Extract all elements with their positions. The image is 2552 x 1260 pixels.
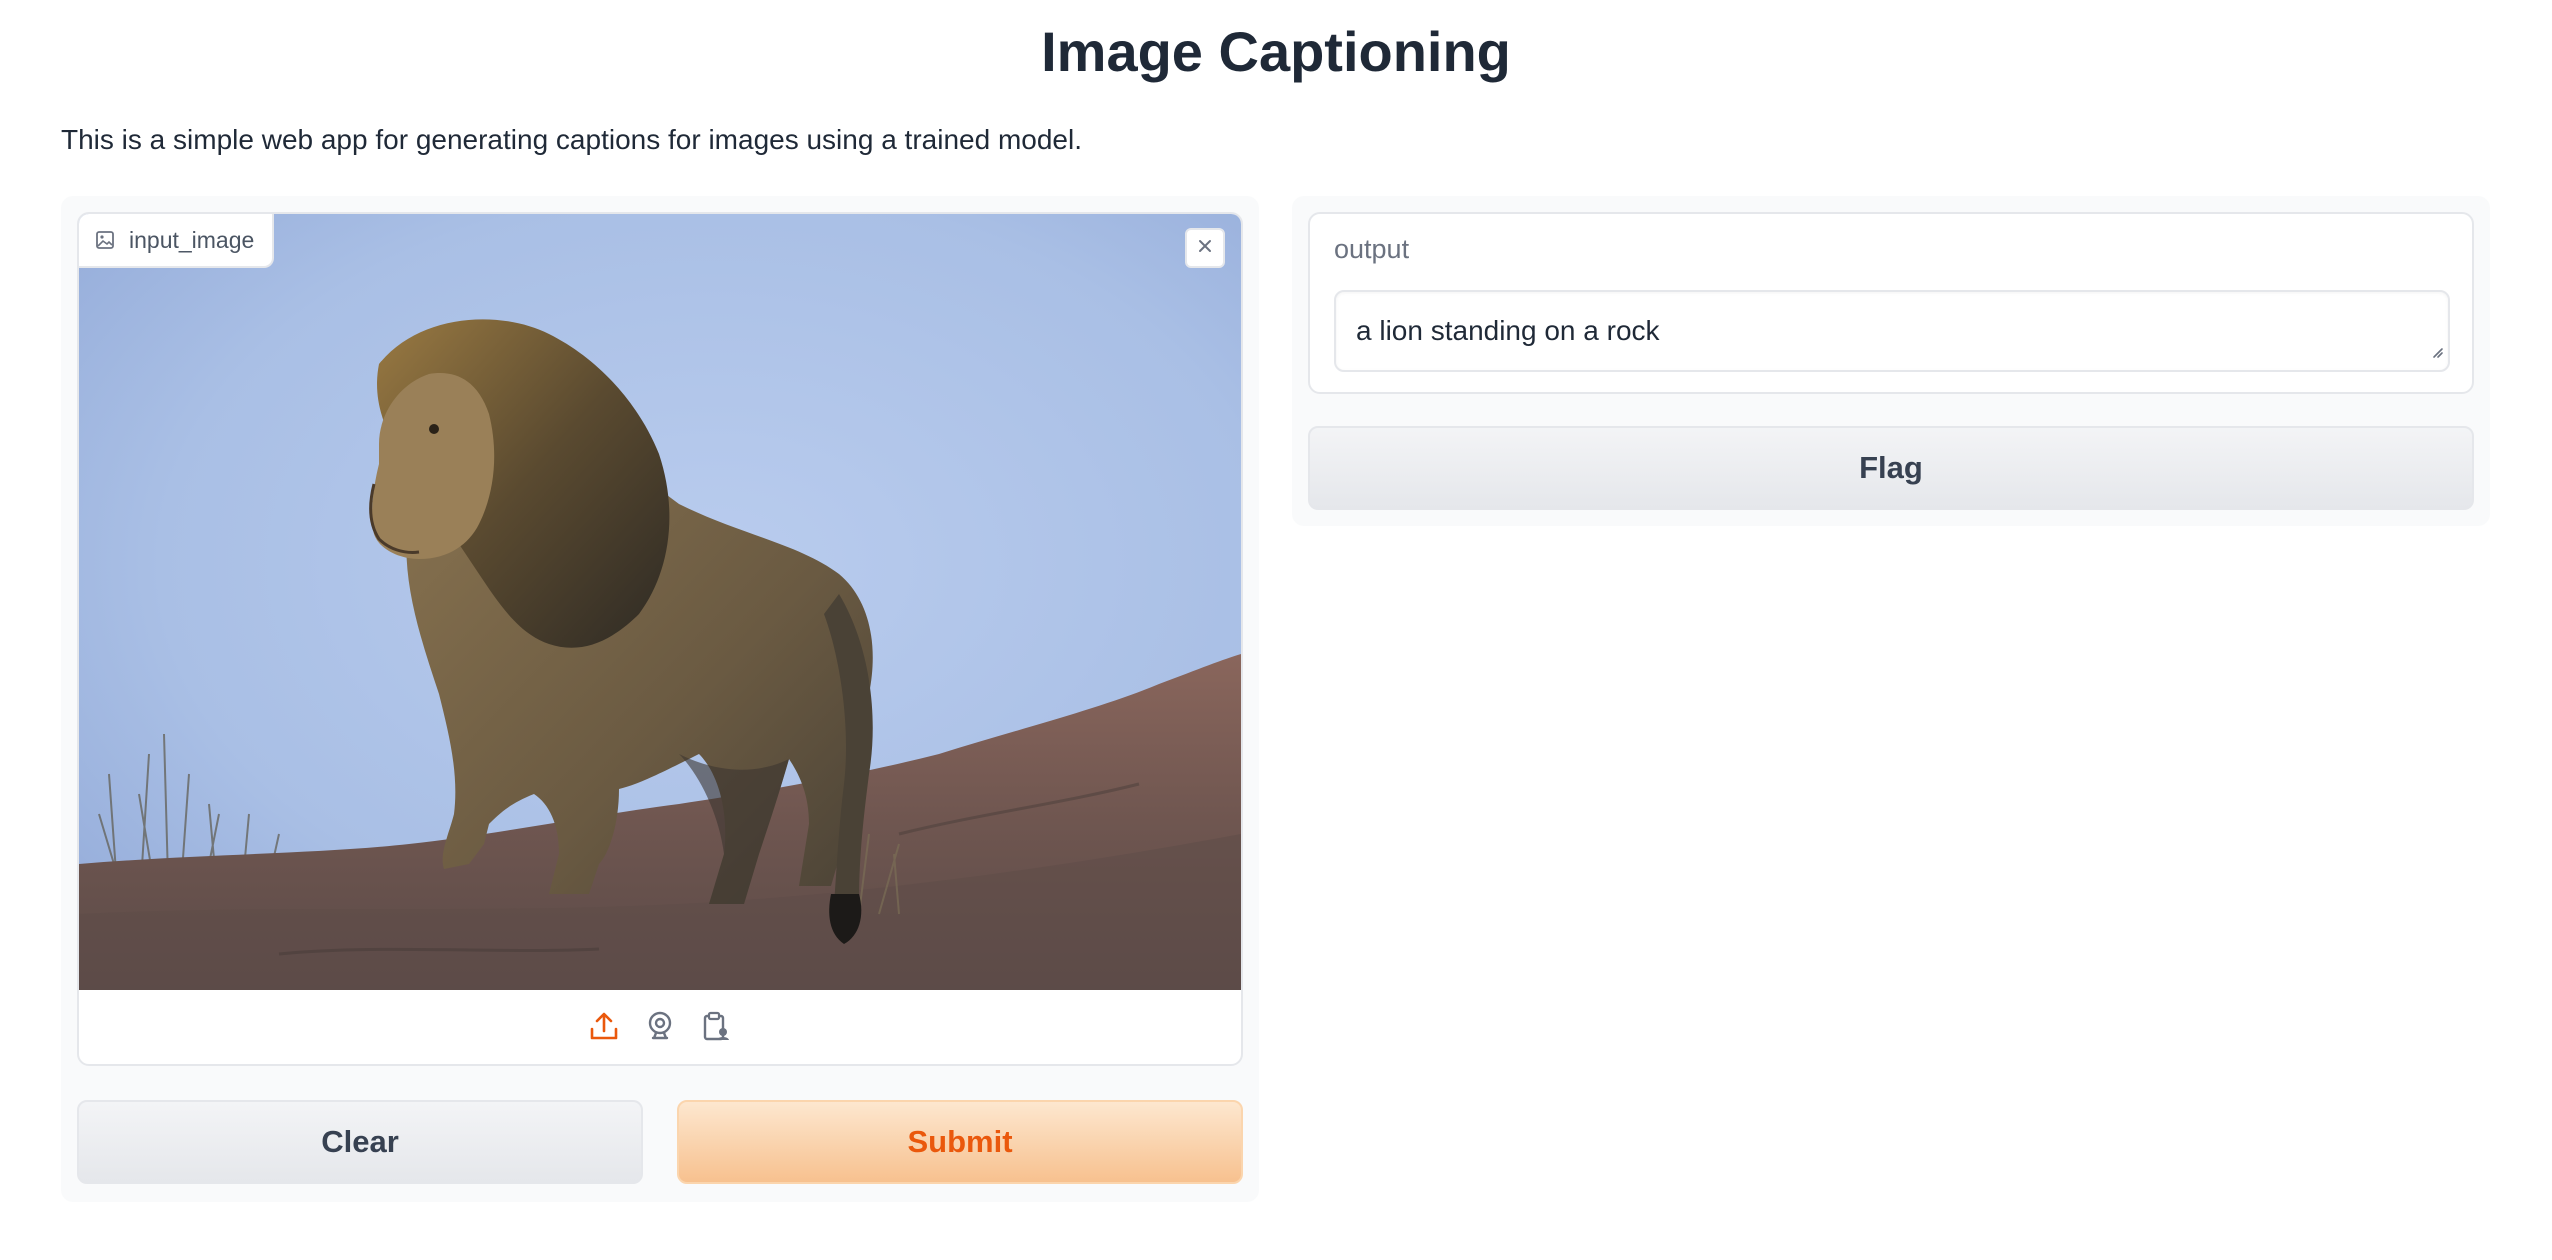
upload-button[interactable] xyxy=(587,1011,621,1045)
submit-button[interactable]: Submit xyxy=(677,1100,1243,1184)
clipboard-button[interactable] xyxy=(699,1011,733,1045)
image-input-label-text: input_image xyxy=(129,226,255,253)
page-description: This is a simple web app for generating … xyxy=(61,124,1082,155)
image-source-bar xyxy=(79,990,1241,1064)
webcam-button[interactable] xyxy=(643,1011,677,1045)
image-input-label: input_image xyxy=(79,214,275,268)
clear-button[interactable]: Clear xyxy=(77,1100,643,1184)
webcam-icon xyxy=(644,1010,676,1047)
output-column: output a lion standing on a rock Flag xyxy=(1292,196,2490,526)
lion-image xyxy=(79,214,1241,990)
uploaded-image[interactable] xyxy=(79,214,1241,990)
clipboard-icon xyxy=(700,1010,732,1047)
flag-button[interactable]: Flag xyxy=(1308,426,2474,510)
close-icon xyxy=(1196,237,1214,260)
output-text: a lion standing on a rock xyxy=(1356,315,1660,346)
page-title: Image Captioning xyxy=(1041,20,1511,83)
input-column: input_image Clear Submit xyxy=(61,196,1259,1202)
output-label: output xyxy=(1334,234,1410,264)
clear-image-button[interactable] xyxy=(1185,228,1225,268)
output-textbox[interactable]: a lion standing on a rock xyxy=(1334,290,2450,372)
resize-handle-icon[interactable] xyxy=(2428,334,2444,366)
upload-icon xyxy=(588,1010,620,1047)
output-block: output a lion standing on a rock xyxy=(1308,212,2474,394)
image-icon xyxy=(95,230,115,250)
image-input-block: input_image xyxy=(77,212,1243,1066)
